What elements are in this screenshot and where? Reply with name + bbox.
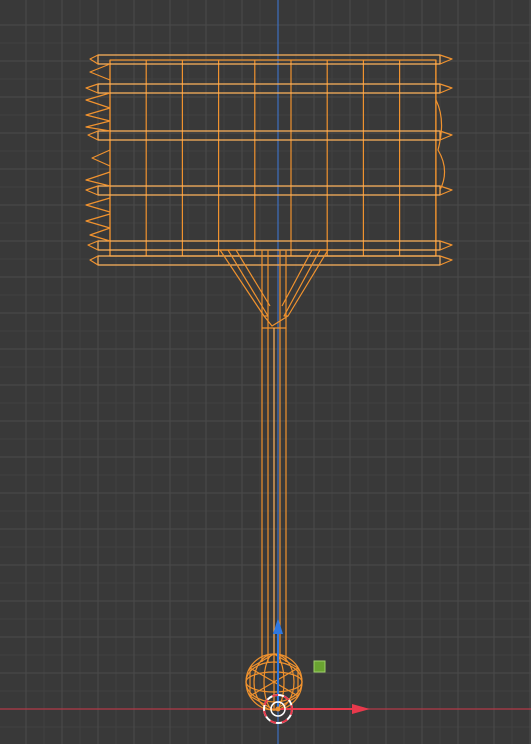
3d-viewport[interactable]: [0, 0, 531, 744]
hammer-pommel[interactable]: [245, 653, 303, 711]
scale-handle-square[interactable]: [313, 660, 326, 673]
